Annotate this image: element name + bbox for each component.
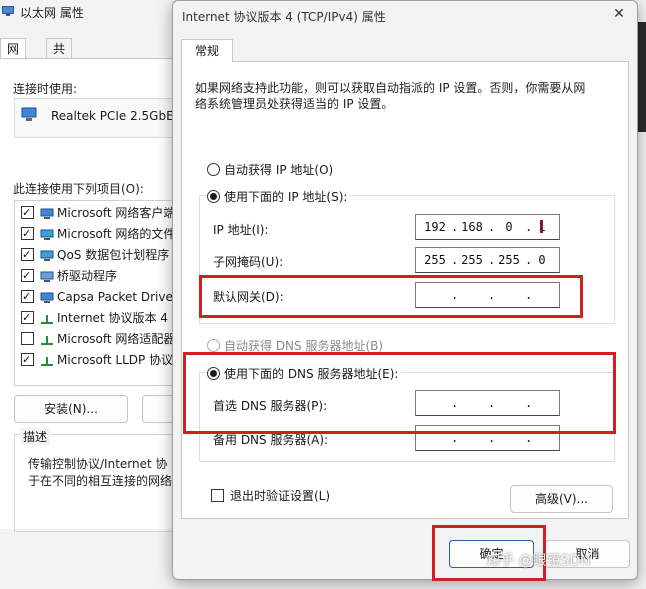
adapter-name: Realtek PCIe 2.5GbE xyxy=(51,109,174,123)
protocol-icon xyxy=(41,314,53,324)
list-item[interactable]: Internet 协议版本 4 ( xyxy=(21,308,176,328)
validate-label: 退出时验证设置(L) xyxy=(230,489,331,503)
validate-checkbox[interactable]: 退出时验证设置(L) xyxy=(211,487,330,504)
manual-ip-radio[interactable]: 使用下面的 IP 地址(S): xyxy=(207,188,351,205)
adapter-box: Realtek PCIe 2.5GbE xyxy=(14,98,186,138)
protocol-icon xyxy=(41,335,53,345)
gateway-highlight-box xyxy=(199,275,583,318)
item-label: Internet 协议版本 4 ( xyxy=(57,311,177,325)
advanced-button[interactable]: 高级(V)... xyxy=(510,485,613,513)
auto-ip-label: 自动获得 IP 地址(O) xyxy=(224,163,334,177)
checkbox[interactable] xyxy=(21,266,34,286)
auto-dns-label: 自动获得 DNS 服务器地址(B) xyxy=(224,339,384,353)
description-text: 传输控制协议/Internet 协 xyxy=(28,457,168,471)
checkbox[interactable] xyxy=(21,224,34,244)
ip-octet: 192 xyxy=(424,220,446,234)
list-item[interactable]: 桥驱动程序 xyxy=(21,266,117,286)
ip-octet: 255 xyxy=(498,253,520,267)
items-list[interactable]: Microsoft 网络客户端 Microsoft 网络的文件 QoS 数据包计… xyxy=(14,200,186,386)
item-label: Capsa Packet Driver xyxy=(57,290,178,304)
list-item[interactable]: Microsoft 网络的文件 xyxy=(21,224,175,244)
dns-highlight-box xyxy=(183,352,616,434)
item-label: Microsoft 网络的文件 xyxy=(57,227,176,241)
checkbox[interactable] xyxy=(21,308,34,328)
list-item[interactable]: Microsoft 网络适配器 xyxy=(21,329,175,349)
tab-network[interactable]: 网络 xyxy=(0,38,27,76)
item-label: Microsoft LLDP 协议 xyxy=(57,353,174,367)
item-label: Microsoft 网络适配器 xyxy=(57,332,176,346)
item-label: 桥驱动程序 xyxy=(57,269,118,283)
qos-icon xyxy=(40,250,54,261)
list-item[interactable]: Microsoft LLDP 协议 xyxy=(21,350,173,370)
network-client-icon xyxy=(40,292,54,303)
ip-octet: 255 xyxy=(461,253,483,267)
info-line: 络系统管理员处获得适当的 IP 设置。 xyxy=(195,97,394,111)
network-share-icon xyxy=(40,229,54,240)
subnet-mask-field[interactable]: 255 . 255 . 255 . 0 xyxy=(415,247,560,273)
dialog-title: Internet 协议版本 4 (TCP/IPv4) 属性 xyxy=(182,10,386,24)
ip-octet: 255 xyxy=(424,253,446,267)
network-adapter-icon xyxy=(2,6,14,16)
connect-using-label: 连接时使用: xyxy=(13,82,78,96)
checkbox[interactable] xyxy=(21,245,34,265)
radio-button[interactable] xyxy=(207,190,220,203)
bridge-icon xyxy=(40,271,54,282)
description-title: 描述 xyxy=(20,428,51,445)
checkbox[interactable] xyxy=(21,203,34,223)
list-item[interactable]: QoS 数据包计划程序 xyxy=(21,245,169,265)
checkbox[interactable] xyxy=(211,489,224,502)
list-item[interactable]: Capsa Packet Driver xyxy=(21,287,178,307)
checkbox[interactable] xyxy=(21,332,34,345)
list-item[interactable]: Microsoft 网络客户端 xyxy=(21,203,175,223)
radio-button[interactable] xyxy=(207,339,220,352)
ip-address-label: IP 地址(I): xyxy=(213,223,269,237)
ip-octet: 0 xyxy=(505,220,513,234)
manual-ip-label: 使用下面的 IP 地址(S): xyxy=(224,190,348,204)
info-line: 如果网络支持此功能，则可以获取自动指派的 IP 设置。否则，你需要从网 xyxy=(195,81,586,95)
tab-general[interactable]: 常规 xyxy=(181,39,233,62)
ip-octet: 168 xyxy=(461,220,483,234)
items-label: 此连接使用下列项目(O): xyxy=(13,182,144,196)
protocol-icon xyxy=(41,356,53,366)
checkbox[interactable] xyxy=(21,350,34,370)
checkbox[interactable] xyxy=(21,287,34,307)
network-card-icon xyxy=(21,107,37,121)
item-label: QoS 数据包计划程序 xyxy=(57,248,170,262)
radio-button[interactable] xyxy=(207,163,220,176)
text-cursor xyxy=(540,220,543,233)
subnet-mask-label: 子网掩码(U): xyxy=(213,255,284,269)
ip-address-field[interactable]: 192 . 168 . 0 . 1 xyxy=(415,214,560,240)
window-title: 以太网 属性 xyxy=(20,6,84,20)
info-text: 如果网络支持此功能，则可以获取自动指派的 IP 设置。否则，你需要从网 络系统管… xyxy=(195,80,605,112)
network-client-icon xyxy=(40,208,54,219)
close-icon[interactable]: ✕ xyxy=(609,5,629,23)
watermark: 知乎 @眼镜SDN xyxy=(486,553,591,569)
description-text: 于在不同的相互连接的网络 xyxy=(28,474,173,488)
ip-octet: 0 xyxy=(538,253,546,267)
auto-ip-radio[interactable]: 自动获得 IP 地址(O) xyxy=(207,161,333,178)
item-label: Microsoft 网络客户端 xyxy=(57,206,176,220)
tab-sharing[interactable]: 共享 xyxy=(46,38,73,76)
install-button[interactable]: 安装(N)... xyxy=(14,395,128,423)
